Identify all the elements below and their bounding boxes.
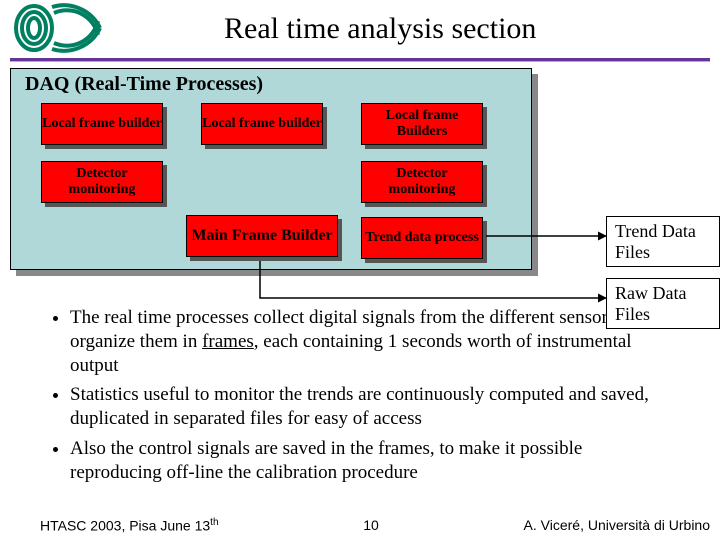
box-detector-monitoring-1: Detector monitoring (41, 161, 163, 203)
bullet-2: Statistics useful to monitor the trends … (70, 383, 660, 431)
bullet-list: The real time processes collect digital … (48, 306, 660, 484)
footer-page-number: 10 (219, 517, 524, 534)
box-local-frame-builder-2: Local frame builder (201, 103, 323, 145)
bullet-1: The real time processes collect digital … (70, 306, 660, 377)
diagram-area: DAQ (Real-Time Processes) Local frame bu… (10, 68, 710, 270)
daq-panel-title: DAQ (Real-Time Processes) (25, 73, 531, 96)
slide-title: Real time analysis section (224, 12, 536, 46)
label-trend-data-files: Trend Data Files (606, 216, 720, 267)
divider-cyan (10, 61, 710, 62)
box-trend-data-process: Trend data process (361, 217, 483, 259)
bullet-1-em: frames (202, 331, 254, 352)
label-raw-data-files: Raw Data Files (606, 278, 720, 329)
box-main-frame-builder: Main Frame Builder (186, 215, 338, 257)
footer-left: HTASC 2003, Pisa June 13th (40, 517, 219, 534)
slide-header: Real time analysis section (0, 0, 720, 56)
box-local-frame-builders: Local frame Builders (361, 103, 483, 145)
footer-left-text: HTASC 2003, Pisa June 13 (40, 518, 210, 534)
slide-footer: HTASC 2003, Pisa June 13th 10 A. Viceré,… (0, 517, 720, 534)
daq-panel: DAQ (Real-Time Processes) Local frame bu… (10, 68, 532, 270)
box-detector-monitoring-2: Detector monitoring (361, 161, 483, 203)
footer-right: A. Viceré, Università di Urbino (524, 517, 710, 534)
logo-swirl-icon (4, 3, 104, 53)
footer-left-sup: th (210, 517, 218, 528)
box-local-frame-builder-1: Local frame builder (41, 103, 163, 145)
bullet-3: Also the control signals are saved in th… (70, 437, 660, 485)
